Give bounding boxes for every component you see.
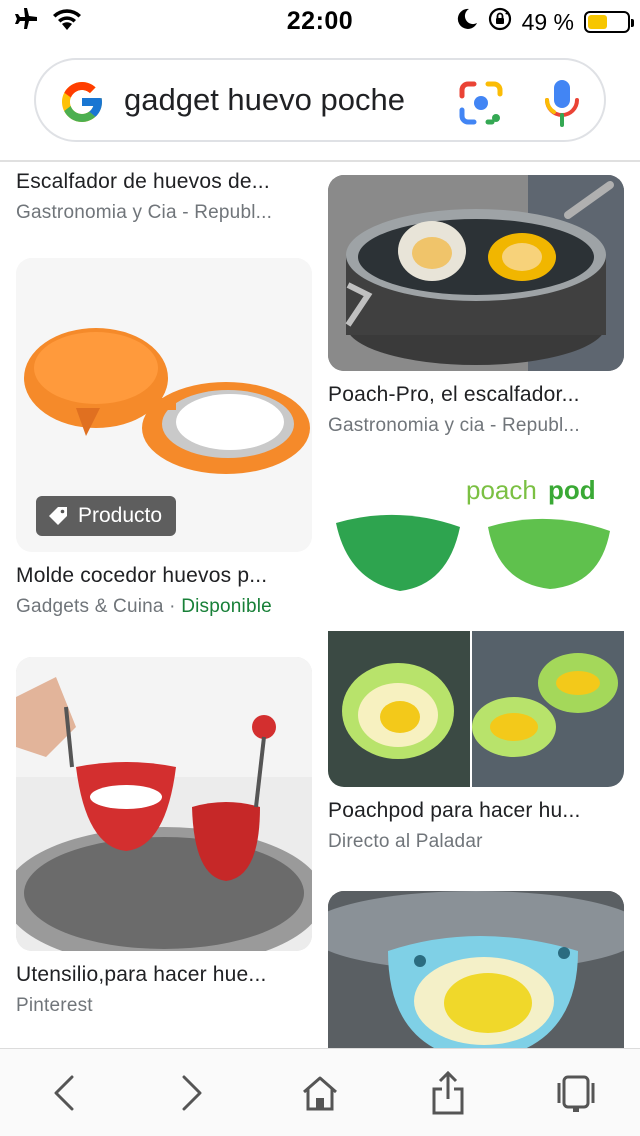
result-title[interactable]: Escalfador de huevos de... [16,170,312,194]
google-logo-icon [58,78,106,126]
result-source: Gadgets & Cuina · Disponible [16,596,312,618]
search-query[interactable]: gadget huevo poche [124,82,405,118]
rotation-lock-icon [488,7,512,37]
poachpod-brand-text: poach [466,475,537,505]
back-icon[interactable] [42,1071,86,1115]
search-bar[interactable]: gadget huevo poche [34,58,606,142]
pot-poacher-photo [328,175,624,371]
battery-percent: 49 % [521,8,574,35]
result-image[interactable]: poach pod [328,475,624,787]
google-lens-icon[interactable] [458,80,504,126]
result-title[interactable]: Poach-Pro, el escalfador... [328,383,624,407]
tabs-icon[interactable] [554,1071,598,1115]
result-card[interactable]: Escalfador de huevos de... Gastronomia y… [16,170,312,224]
bottom-toolbar [0,1048,640,1136]
result-card[interactable] [328,891,624,1048]
result-card[interactable]: Poach-Pro, el escalfador... Gastronomia … [328,175,624,437]
result-title[interactable]: Poachpod para hacer hu... [328,799,624,823]
result-card[interactable]: Utensilio,para hacer hue... Pinterest [16,657,312,1017]
result-title[interactable]: Utensilio,para hacer hue... [16,963,312,987]
product-badge: Producto [36,496,177,536]
red-egg-poacher-photo [16,657,312,951]
poachpod-photo: poach pod [328,475,624,787]
result-card[interactable]: Producto Molde cocedor huevos p... Gadge… [16,258,312,618]
result-image[interactable] [328,891,624,1048]
result-image[interactable]: Producto [16,258,312,552]
tag-icon [48,506,68,526]
result-source: Directo al Paladar [328,831,483,852]
result-image[interactable] [16,657,312,951]
source-separator: · [163,596,182,617]
image-results-grid: Escalfador de huevos de... Gastronomia y… [0,162,640,1048]
status-bar: 22:00 49 % [0,0,640,40]
result-source: Gastronomia y cia - Republ... [328,415,580,436]
product-badge-label: Producto [78,504,163,527]
poachpod-brand-text-bold: pod [548,475,596,505]
result-source-name: Gadgets & Cuina [16,596,164,617]
microphone-icon[interactable] [542,78,582,128]
result-card[interactable]: poach pod Poachpod para hacer hu... Dire… [328,475,624,853]
forward-icon[interactable] [170,1071,214,1115]
result-title[interactable]: Molde cocedor huevos p... [16,564,312,588]
share-icon[interactable] [426,1071,470,1115]
result-image[interactable] [328,175,624,371]
availability-status: Disponible [181,596,272,617]
result-source: Gastronomia y Cia - Republ... [16,202,273,223]
moon-icon [456,8,478,36]
blue-egg-poacher-photo [328,891,624,1048]
battery-icon [584,11,634,33]
home-icon[interactable] [298,1071,342,1115]
result-source: Pinterest [16,995,93,1016]
